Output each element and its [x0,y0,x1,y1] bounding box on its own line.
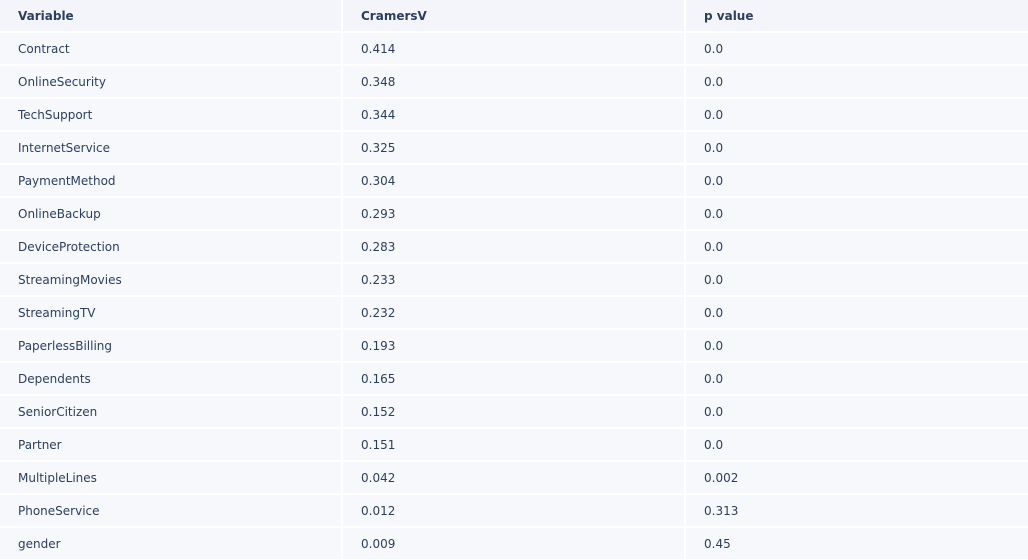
cell-variable: Partner [0,429,341,460]
table-row: OnlineSecurity 0.348 0.0 [0,66,1028,97]
cell-cramersv: 0.152 [343,396,684,427]
cell-p-value: 0.0 [686,165,1028,196]
table-row: PaymentMethod 0.304 0.0 [0,165,1028,196]
data-table: Variable CramersV p value Contract 0.414 0.0… [0,0,1028,560]
cell-cramersv: 0.325 [343,132,684,163]
cell-variable: TechSupport [0,99,341,130]
cell-variable: OnlineBackup [0,198,341,229]
cell-cramersv: 0.344 [343,99,684,130]
cell-p-value: 0.0 [686,297,1028,328]
cell-cramersv: 0.304 [343,165,684,196]
cell-p-value: 0.0 [686,132,1028,163]
cell-p-value: 0.002 [686,462,1028,493]
header-row: Variable CramersV p value [0,0,1028,31]
cell-cramersv: 0.151 [343,429,684,460]
table-row: TechSupport 0.344 0.0 [0,99,1028,130]
column-header-p-value: p value [686,0,1028,31]
cell-p-value: 0.0 [686,231,1028,262]
cell-variable: Contract [0,33,341,64]
cell-variable: Dependents [0,363,341,394]
table-row: PhoneService 0.012 0.313 [0,495,1028,526]
cell-cramersv: 0.232 [343,297,684,328]
table-row: gender 0.009 0.45 [0,528,1028,559]
cell-variable: InternetService [0,132,341,163]
table-row: OnlineBackup 0.293 0.0 [0,198,1028,229]
table-container: Variable CramersV p value Contract 0.414 0.0… [0,0,1028,560]
cell-variable: PaperlessBilling [0,330,341,361]
cell-p-value: 0.0 [686,330,1028,361]
cell-cramersv: 0.165 [343,363,684,394]
cell-variable: SeniorCitizen [0,396,341,427]
column-header-cramersv: CramersV [343,0,684,31]
table-row: PaperlessBilling 0.193 0.0 [0,330,1028,361]
cell-variable: PhoneService [0,495,341,526]
column-header-variable: Variable [0,0,341,31]
cell-cramersv: 0.009 [343,528,684,559]
cell-p-value: 0.313 [686,495,1028,526]
cell-p-value: 0.0 [686,264,1028,295]
cell-cramersv: 0.348 [343,66,684,97]
table-row: Contract 0.414 0.0 [0,33,1028,64]
cell-variable: gender [0,528,341,559]
cell-cramersv: 0.193 [343,330,684,361]
cell-cramersv: 0.414 [343,33,684,64]
table-row: InternetService 0.325 0.0 [0,132,1028,163]
cell-cramersv: 0.042 [343,462,684,493]
cell-variable: OnlineSecurity [0,66,341,97]
cell-cramersv: 0.283 [343,231,684,262]
cell-p-value: 0.0 [686,429,1028,460]
cell-cramersv: 0.293 [343,198,684,229]
table-header: Variable CramersV p value [0,0,1028,31]
table-row: StreamingTV 0.232 0.0 [0,297,1028,328]
cell-p-value: 0.0 [686,99,1028,130]
table-row: MultipleLines 0.042 0.002 [0,462,1028,493]
cell-cramersv: 0.233 [343,264,684,295]
cell-variable: StreamingTV [0,297,341,328]
cell-variable: PaymentMethod [0,165,341,196]
cell-p-value: 0.0 [686,198,1028,229]
table-body: Contract 0.414 0.0 OnlineSecurity 0.348 0.0 Te… [0,33,1028,559]
cell-variable: DeviceProtection [0,231,341,262]
cell-p-value: 0.0 [686,33,1028,64]
cell-variable: StreamingMovies [0,264,341,295]
cell-cramersv: 0.012 [343,495,684,526]
cell-p-value: 0.0 [686,363,1028,394]
cell-p-value: 0.0 [686,66,1028,97]
table-row: Partner 0.151 0.0 [0,429,1028,460]
table-row: DeviceProtection 0.283 0.0 [0,231,1028,262]
cell-variable: MultipleLines [0,462,341,493]
table-row: SeniorCitizen 0.152 0.0 [0,396,1028,427]
cell-p-value: 0.45 [686,528,1028,559]
table-row: Dependents 0.165 0.0 [0,363,1028,394]
table-row: StreamingMovies 0.233 0.0 [0,264,1028,295]
cell-p-value: 0.0 [686,396,1028,427]
